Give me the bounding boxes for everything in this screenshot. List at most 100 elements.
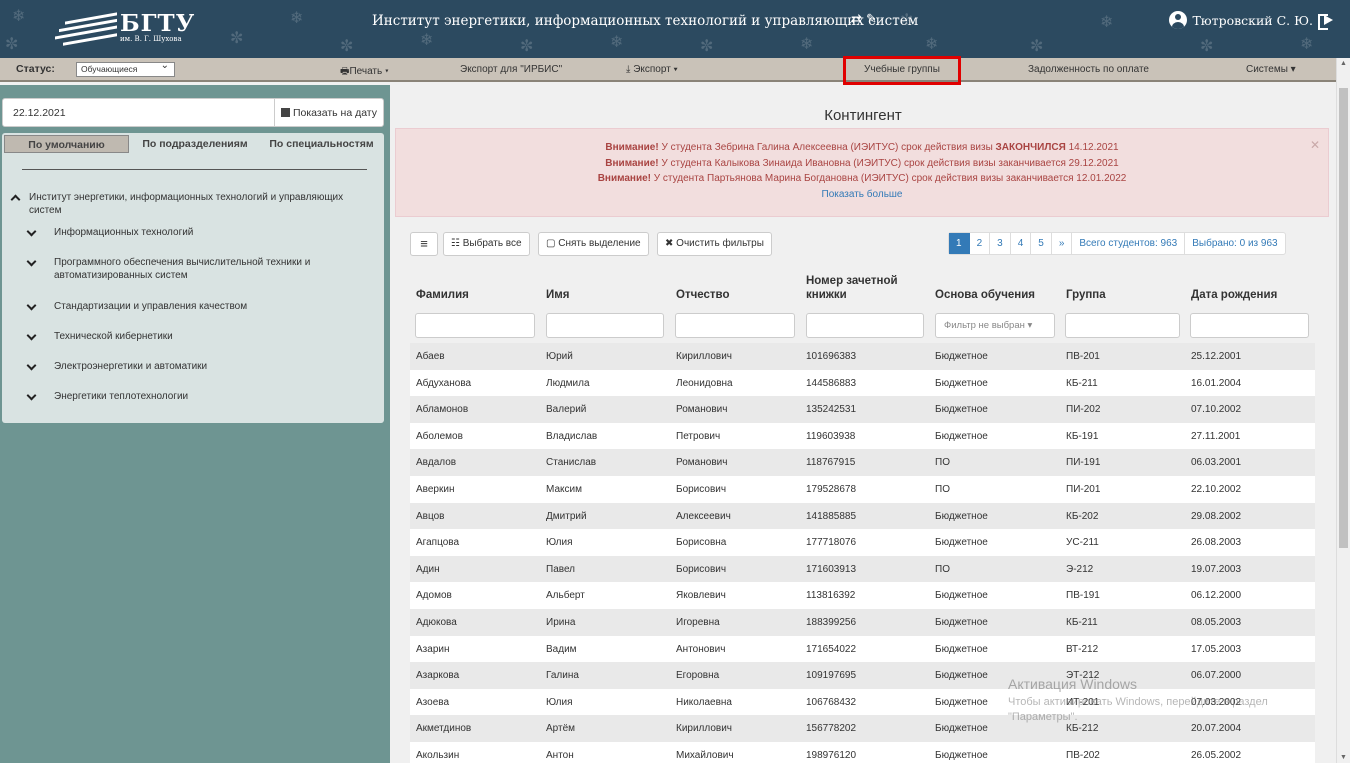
cell-basis: Бюджетное xyxy=(935,404,988,416)
cell-group: ПИ-202 xyxy=(1066,404,1101,416)
date-picker[interactable]: 22.12.2021 Показать на дату xyxy=(2,98,384,127)
filter-basis-select[interactable]: Фильтр не выбран ▾ xyxy=(935,313,1055,338)
tree-item-cybernetics[interactable]: Технической кибернетики xyxy=(26,330,358,343)
filter-name-input[interactable] xyxy=(546,313,664,338)
filter-surname-input[interactable] xyxy=(415,313,535,338)
table-row[interactable]: Абламонов Валерий Романович 135242531 Бюджет… xyxy=(410,396,1315,424)
scroll-down-icon[interactable]: ▼ xyxy=(1340,754,1347,761)
cell-patronymic: Романович xyxy=(676,404,728,416)
user-menu[interactable]: Тютровский С. Ю. xyxy=(1169,11,1334,30)
cell-name: Павел xyxy=(546,563,576,575)
page-4[interactable]: 4 xyxy=(1011,233,1032,254)
table-row[interactable]: Абдуханова Людмила Леонидовна 144586883 Бюдж… xyxy=(410,369,1315,397)
cell-record: 188399256 xyxy=(806,617,857,628)
cell-birthdate: 06.12.2000 xyxy=(1191,590,1242,602)
table-row[interactable]: Аверкин Максим Борисович 179528678 ПО ПИ-201 2… xyxy=(410,476,1315,503)
tree-item-electro[interactable]: Электроэнергетики и автоматики xyxy=(26,360,358,373)
table-row[interactable]: Авдалов Станислав Романович 118767915 ПО ПИ-1… xyxy=(410,449,1315,477)
filter-birthdate-input[interactable] xyxy=(1190,313,1309,338)
logout-icon[interactable] xyxy=(1318,12,1334,30)
col-group[interactable]: Группа xyxy=(1066,288,1106,302)
cell-basis: Бюджетное xyxy=(935,590,988,602)
windows-activation-text: Чтобы активировать Windows, перейдите в … xyxy=(1008,696,1268,723)
filter-basis-value: Фильтр не выбран xyxy=(944,320,1025,331)
col-record-book[interactable]: Номер зачетной книжки xyxy=(806,274,916,302)
show-more-link[interactable]: Показать больше xyxy=(396,187,1328,203)
page-scrollbar[interactable]: ▲ ▼ xyxy=(1336,58,1350,763)
institute-title: Институт энергетики, информационных техн… xyxy=(372,13,919,29)
page-3[interactable]: 3 xyxy=(990,233,1011,254)
cell-surname: Адомов xyxy=(416,590,452,602)
tree-item-it[interactable]: Информационных технологий xyxy=(26,226,358,239)
table-row[interactable]: Адюкова Ирина Игоревна 188399256 Бюджетное КБ… xyxy=(410,609,1315,636)
filter-group-input[interactable] xyxy=(1065,313,1180,338)
tree-root[interactable]: Институт энергетики, информационных техн… xyxy=(10,191,362,217)
page-next[interactable]: » xyxy=(1052,233,1073,254)
col-patronymic[interactable]: Отчество xyxy=(676,288,729,302)
filter-record-input[interactable] xyxy=(806,313,924,338)
show-on-date-button[interactable]: Показать на дату xyxy=(273,99,383,126)
cell-basis: Бюджетное xyxy=(935,510,988,522)
table-row[interactable]: Авцов Дмитрий Алексеевич 141885885 Бюджетное… xyxy=(410,502,1315,530)
edit-icon[interactable]: ✎ xyxy=(866,12,877,27)
deselect-label: Снять выделение xyxy=(558,238,641,249)
print-menu[interactable]: 🖶Печать ▾ xyxy=(340,64,389,81)
date-input[interactable]: 22.12.2021 xyxy=(13,107,66,119)
export-menu-label: Экспорт ▾ xyxy=(633,64,678,75)
tree-item-energy[interactable]: Энергетики теплотехнологии xyxy=(26,390,358,403)
cell-name: Максим xyxy=(546,484,582,495)
cell-patronymic: Михайлович xyxy=(676,750,734,761)
alert-line: Внимание! У студента Калыкова Зинаида Ив… xyxy=(605,157,1119,169)
cell-basis: Бюджетное xyxy=(935,617,988,628)
cell-basis: Бюджетное xyxy=(935,723,988,735)
page-title: Контингент xyxy=(824,107,902,124)
page-2[interactable]: 2 xyxy=(970,233,991,254)
select-all-button[interactable]: ☷ Выбрать все xyxy=(443,232,530,256)
scrollbar-thumb[interactable] xyxy=(1339,88,1348,548)
status-select[interactable]: Обучающиеся xyxy=(76,60,175,77)
col-birthdate[interactable]: Дата рождения xyxy=(1191,288,1277,302)
debt-menu[interactable]: Задолженность по оплате xyxy=(1028,64,1149,75)
cell-patronymic: Егоровна xyxy=(676,670,720,682)
table-row[interactable]: Аболемов Владислав Петрович 119603938 Бюджет… xyxy=(410,422,1315,450)
table-row[interactable]: Акользин Антон Михайлович 198976120 Бюджетно… xyxy=(410,742,1315,763)
deselect-button[interactable]: ▢ Снять выделение xyxy=(538,232,649,256)
switch-icon[interactable]: ⇄ xyxy=(851,12,862,27)
col-surname[interactable]: Фамилия xyxy=(416,288,469,302)
tree-panel: По умолчанию По подразделениям По специа… xyxy=(2,133,384,423)
export-irbis-button[interactable]: Экспорт для "ИРБИС" xyxy=(460,64,562,75)
tree-item-standardization[interactable]: Стандартизации и управления качеством xyxy=(26,300,358,313)
cell-record: 171654022 xyxy=(806,643,857,655)
clear-filters-button[interactable]: ✖ Очистить фильтры xyxy=(657,232,772,256)
table-row[interactable]: Азарин Вадим Антонович 171654022 Бюджетное ВТ… xyxy=(410,635,1315,663)
col-name[interactable]: Имя xyxy=(546,288,569,302)
table-row[interactable]: Абаев Юрий Кириллович 101696383 Бюджетное ПВ-… xyxy=(410,343,1315,370)
page-1[interactable]: 1 xyxy=(949,233,970,254)
export-menu[interactable]: ⤓ Экспорт ▾ xyxy=(626,64,678,75)
systems-menu[interactable]: Системы ▾ xyxy=(1246,64,1296,75)
table-row[interactable]: Агапцова Юлия Борисовна 177718076 Бюджетное У… xyxy=(410,529,1315,557)
cell-surname: Азаркова xyxy=(416,670,460,682)
page-5[interactable]: 5 xyxy=(1031,233,1052,254)
cell-birthdate: 19.07.2003 xyxy=(1191,563,1242,575)
close-icon[interactable]: ✕ xyxy=(1310,138,1320,154)
cell-group: КБ-211 xyxy=(1066,377,1098,389)
cell-name: Альберт xyxy=(546,590,585,602)
table-row[interactable]: Адомов Альберт Яковлевич 113816392 Бюджетное… xyxy=(410,582,1315,610)
tree-item-label: Технической кибернетики xyxy=(54,331,173,342)
cell-name: Людмила xyxy=(546,377,590,389)
tab-default[interactable]: По умолчанию xyxy=(4,135,129,153)
menu-button[interactable]: ≡ xyxy=(410,232,438,256)
logo-title: БГТУ xyxy=(120,10,196,37)
table-row[interactable]: Адин Павел Борисович 171603913 ПО Э-212 19.07.… xyxy=(410,555,1315,583)
col-basis[interactable]: Основа обучения xyxy=(935,288,1035,302)
selected-count: Выбрано: 0 из 963 xyxy=(1192,238,1278,249)
filter-patronymic-input[interactable] xyxy=(675,313,795,338)
table-row[interactable]: Азаркова Галина Егоровна 109197695 Бюджетное… xyxy=(410,662,1315,690)
tab-departments[interactable]: По подразделениям xyxy=(132,135,258,153)
bgtu-logo[interactable]: БГТУ им. В. Г. Шухова xyxy=(55,10,205,46)
scroll-up-icon[interactable]: ▲ xyxy=(1340,60,1347,67)
alert-line: Внимание! У студента Партьянова Марина Б… xyxy=(597,173,1127,184)
tree-item-software[interactable]: Программного обеспечения вычислительной … xyxy=(26,256,358,282)
tab-specialties[interactable]: По специальностям xyxy=(261,135,382,153)
